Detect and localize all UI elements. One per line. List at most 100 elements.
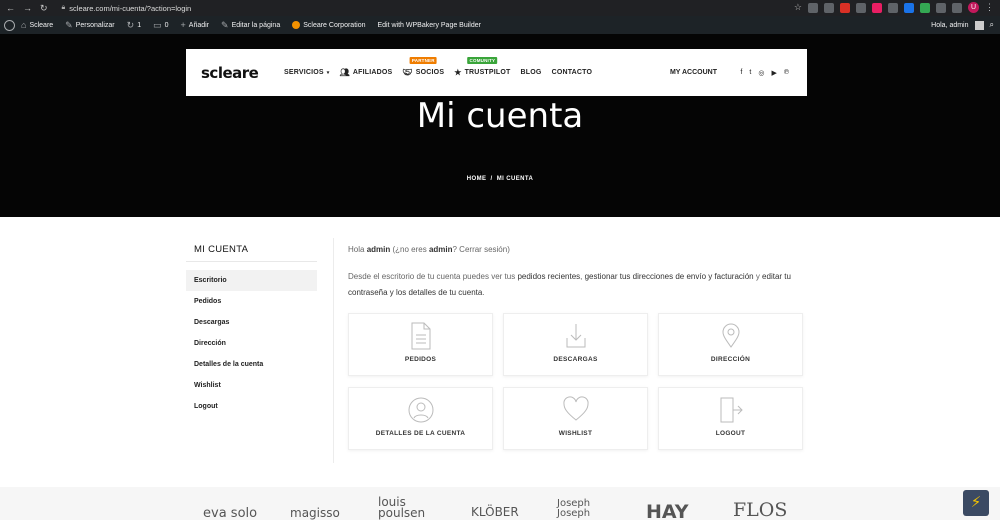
extension-icon[interactable] bbox=[920, 2, 930, 13]
back-icon[interactable]: ← bbox=[6, 3, 15, 14]
admin-corporation-label: Scleare Corporation bbox=[303, 21, 366, 29]
greet-user: admin bbox=[428, 245, 453, 254]
admin-add-new-link[interactable]: + Añadir bbox=[175, 16, 216, 34]
brand-logo[interactable]: HAY bbox=[646, 501, 689, 520]
sidebar-item-wishlist[interactable]: Wishlist bbox=[186, 375, 317, 396]
admin-site-link[interactable]: ⌂ Scleare bbox=[15, 16, 59, 34]
wordpress-icon[interactable] bbox=[4, 19, 15, 31]
menu-badge: PARTNER bbox=[409, 57, 437, 64]
brand-logo[interactable]: louis poulsen bbox=[378, 496, 438, 519]
extensions-bar: ☆ U ⋮ bbox=[794, 2, 994, 13]
menu-item-blog[interactable]: BLOG bbox=[521, 69, 542, 76]
admin-edit-page-link[interactable]: ✎ Editar la página bbox=[215, 16, 286, 34]
admin-account[interactable]: Hola, admin ⌕ bbox=[931, 20, 994, 30]
card-pedidos[interactable]: PEDIDOS bbox=[348, 313, 493, 376]
forward-icon[interactable]: → bbox=[23, 3, 32, 14]
puzzle-icon[interactable] bbox=[952, 2, 962, 13]
card-label: DESCARGAS bbox=[553, 356, 598, 363]
brand-logo[interactable]: magisso bbox=[290, 506, 340, 520]
extension-icon[interactable] bbox=[888, 2, 898, 13]
pinterest-icon[interactable]: ℗ bbox=[784, 69, 789, 77]
search-icon[interactable]: ⌕ bbox=[990, 20, 994, 30]
heart-icon bbox=[562, 396, 589, 421]
menu-item-socios[interactable]: PARTNER 🤝︎ SOCIOS bbox=[402, 57, 445, 77]
admin-customize-link[interactable]: ✎ Personalizar bbox=[59, 16, 120, 34]
card-label: LOGOUT bbox=[715, 430, 746, 437]
sidebar-item-escritorio[interactable]: Escritorio bbox=[186, 270, 317, 291]
card-logout[interactable]: LOGOUT bbox=[658, 387, 803, 450]
sidebar-item-detalles[interactable]: Detalles de la cuenta bbox=[186, 354, 317, 375]
admin-updates-link[interactable]: ↻ 1 bbox=[121, 16, 147, 34]
menu-label: SOCIOS bbox=[415, 69, 445, 76]
youtube-icon[interactable]: ▶ bbox=[771, 69, 776, 77]
my-account-link[interactable]: MY ACCOUNT bbox=[670, 69, 717, 76]
intro-text: y bbox=[753, 272, 763, 281]
admin-site-label: Scleare bbox=[29, 21, 54, 29]
sidebar-item-descargas[interactable]: Descargas bbox=[186, 312, 317, 333]
home-icon: ⌂ bbox=[21, 20, 27, 30]
lock-icon: 🔒︎ bbox=[61, 4, 66, 11]
sidebar-title: MI CUENTA bbox=[194, 244, 249, 255]
extension-icon[interactable] bbox=[856, 2, 866, 13]
admin-wpbakery-label: Edit with WPBakery Page Builder bbox=[377, 21, 481, 29]
menu-label: CONTACTO bbox=[551, 69, 593, 76]
sidebar-item-pedidos[interactable]: Pedidos bbox=[186, 291, 317, 312]
menu-label: SERVICIOS bbox=[284, 69, 324, 76]
recent-orders-link[interactable]: pedidos recientes bbox=[517, 272, 580, 281]
page-hero: scleare SERVICIOS ▾ 👥︎ AFILIADOS PARTNER 🤝︎… bbox=[0, 34, 1000, 217]
extension-icon[interactable] bbox=[904, 2, 914, 13]
sidebar-item-direccion[interactable]: Dirección bbox=[186, 333, 317, 354]
sidebar-item-logout[interactable]: Logout bbox=[186, 396, 317, 417]
menu-item-servicios[interactable]: SERVICIOS ▾ bbox=[284, 69, 330, 76]
addresses-link[interactable]: gestionar tus direcciones de envío y fac… bbox=[585, 272, 754, 281]
card-label: PEDIDOS bbox=[404, 356, 437, 363]
extension-icon[interactable] bbox=[840, 2, 850, 13]
menu-item-afiliados[interactable]: 👥︎ AFILIADOS bbox=[340, 68, 393, 77]
wp-admin-bar: ⌂ Scleare ✎ Personalizar ↻ 1 ▭ 0 + Añadir ✎ Ed… bbox=[0, 16, 1000, 34]
lightning-icon[interactable]: ⚡︎ bbox=[963, 490, 989, 516]
logout-link[interactable]: Cerrar sesión bbox=[459, 245, 507, 254]
card-descargas[interactable]: DESCARGAS bbox=[503, 313, 648, 376]
extension-icon[interactable] bbox=[808, 2, 818, 13]
card-wishlist[interactable]: WISHLIST bbox=[503, 387, 648, 450]
card-direccion[interactable]: DIRECCIÓN bbox=[658, 313, 803, 376]
menu-label: BLOG bbox=[520, 69, 542, 76]
address-bar[interactable]: 🔒︎ scleare.com/mi-cuenta/?action=login bbox=[62, 4, 192, 13]
reload-icon[interactable]: ↻ bbox=[40, 3, 48, 14]
brand-logo[interactable]: KLÖBER bbox=[471, 505, 519, 519]
url-text: scleare.com/mi-cuenta/?action=login bbox=[69, 3, 192, 13]
map-pin-icon bbox=[721, 323, 740, 348]
card-detalles-cuenta[interactable]: DETALLES DE LA CUENTA bbox=[348, 387, 493, 450]
twitter-icon[interactable]: t bbox=[749, 69, 751, 77]
extension-icon[interactable] bbox=[872, 2, 882, 13]
instagram-icon[interactable]: ◎ bbox=[758, 69, 764, 77]
dashboard-intro: Desde el escritorio de tu cuenta puedes … bbox=[348, 269, 810, 301]
facebook-icon[interactable]: f bbox=[740, 69, 742, 77]
menu-item-contacto[interactable]: CONTACTO bbox=[552, 69, 593, 76]
card-label: DIRECCIÓN bbox=[710, 356, 751, 363]
brand-logo[interactable]: eva solo bbox=[203, 506, 257, 520]
site-header: scleare SERVICIOS ▾ 👥︎ AFILIADOS PARTNER 🤝︎… bbox=[186, 49, 807, 96]
site-logo[interactable]: scleare bbox=[201, 64, 271, 82]
admin-add-new-label: Añadir bbox=[188, 21, 210, 29]
star-icon: ★ bbox=[454, 68, 462, 77]
admin-corporation-link[interactable]: Scleare Corporation bbox=[286, 16, 371, 34]
browser-toolbar: ← → ↻ 🔒︎ scleare.com/mi-cuenta/?action=l… bbox=[0, 0, 1000, 16]
brand-logo[interactable]: Joseph Joseph bbox=[557, 499, 617, 519]
social-links: f t ◎ ▶ ℗ bbox=[740, 69, 789, 77]
extension-icon[interactable] bbox=[936, 2, 946, 13]
profile-avatar[interactable]: U bbox=[968, 2, 979, 13]
page-title: Mi cuenta bbox=[416, 96, 584, 136]
greeting-text: Hola admin (¿no eres admin? Cerrar sesió… bbox=[348, 245, 510, 254]
brand-logo[interactable]: FLOS bbox=[733, 499, 787, 520]
menu-item-trustpilot[interactable]: COMUNITY ★ TRUSTPILOT bbox=[454, 57, 510, 77]
admin-avatar bbox=[974, 20, 984, 30]
star-icon[interactable]: ☆ bbox=[794, 2, 802, 13]
breadcrumb[interactable]: HOME / MI CUENTA bbox=[0, 176, 1000, 182]
greet-part: (¿no eres bbox=[390, 245, 429, 254]
admin-comments-link[interactable]: ▭ 0 bbox=[147, 16, 174, 34]
admin-wpbakery-link[interactable]: Edit with WPBakery Page Builder bbox=[371, 16, 487, 34]
download-icon bbox=[566, 324, 585, 348]
extension-icon[interactable] bbox=[824, 2, 834, 13]
kebab-menu-icon[interactable]: ⋮ bbox=[985, 2, 994, 13]
